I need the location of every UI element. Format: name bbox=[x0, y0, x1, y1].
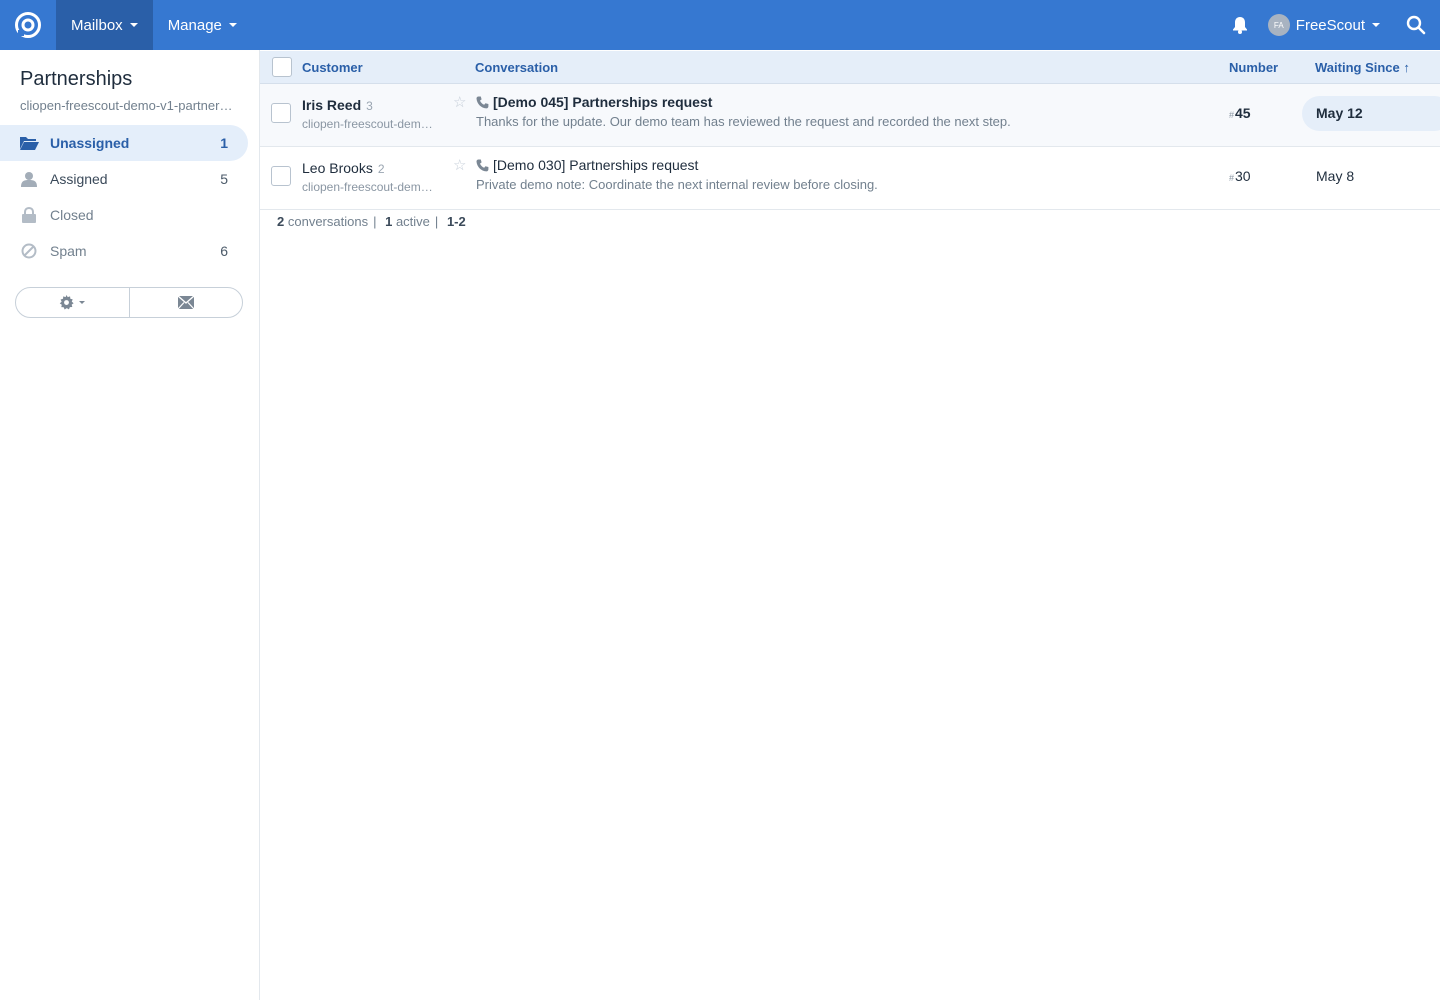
chevron-down-icon bbox=[228, 23, 237, 27]
gear-icon bbox=[60, 295, 74, 310]
phone-icon bbox=[476, 159, 489, 172]
conversation-subject[interactable]: [Demo 045] Partnerships request bbox=[476, 94, 712, 110]
sidebar-item-label: Closed bbox=[50, 207, 94, 223]
search-icon[interactable] bbox=[1392, 0, 1440, 50]
conversation-count: 2 bbox=[277, 214, 285, 229]
folder-open-icon bbox=[19, 134, 39, 152]
column-header-conversation[interactable]: Conversation bbox=[475, 51, 558, 84]
mailbox-email: cliopen-freescout-demo-v1-partnerships@e… bbox=[20, 98, 235, 113]
user-name: FreeScout bbox=[1295, 16, 1365, 34]
waiting-since-date: May 12 bbox=[1316, 105, 1363, 121]
customer-name[interactable]: Iris Reed 3 bbox=[302, 97, 373, 113]
sidebar-item-unassigned[interactable]: Unassigned 1 bbox=[0, 125, 248, 161]
new-conversation-button[interactable] bbox=[128, 288, 243, 317]
conversation-subject[interactable]: [Demo 030] Partnerships request bbox=[476, 157, 698, 173]
nav-mailbox-dropdown[interactable]: Mailbox bbox=[56, 0, 153, 50]
subject-text: [Demo 045] Partnerships request bbox=[493, 94, 713, 110]
column-header-number[interactable]: Number bbox=[1229, 51, 1278, 84]
top-navbar: Mailbox Manage FA FreeScout bbox=[0, 0, 1440, 50]
nav-manage-label: Manage bbox=[167, 16, 222, 34]
notifications-bell-icon[interactable] bbox=[1220, 0, 1260, 50]
nav-mailbox-label: Mailbox bbox=[71, 16, 123, 34]
sidebar-item-label: Assigned bbox=[50, 171, 108, 187]
column-header-customer[interactable]: Customer bbox=[302, 51, 363, 84]
sidebar-item-count: 5 bbox=[220, 171, 228, 187]
sidebar-item-closed[interactable]: Closed bbox=[0, 197, 248, 233]
mailbox-name: Partnerships bbox=[20, 68, 133, 90]
table-row[interactable]: Leo Brooks 2 cliopen-freescout-demo@examp… bbox=[260, 147, 1440, 210]
mailbox-settings-button[interactable] bbox=[16, 288, 129, 317]
sidebar-item-count: 1 bbox=[220, 135, 228, 151]
customer-name-text: Leo Brooks bbox=[302, 160, 373, 176]
sidebar-item-label: Spam bbox=[50, 243, 87, 259]
user-menu-dropdown[interactable]: FA FreeScout bbox=[1260, 0, 1392, 50]
star-icon[interactable]: ☆ bbox=[453, 156, 466, 174]
page-range: 1-2 bbox=[446, 214, 466, 229]
mailbox-actions-group bbox=[15, 287, 243, 318]
customer-name-text: Iris Reed bbox=[302, 97, 362, 113]
customer-email: cliopen-freescout-demo@example.com bbox=[302, 180, 437, 194]
nav-manage-dropdown[interactable]: Manage bbox=[153, 0, 252, 50]
active-count: 1 bbox=[385, 214, 393, 229]
table-summary: 2 conversations | 1 active | 1-2 bbox=[277, 214, 466, 229]
column-header-waiting-since[interactable]: Waiting Since ↑ bbox=[1315, 51, 1410, 84]
avatar: FA bbox=[1267, 14, 1290, 36]
separator: | bbox=[434, 214, 439, 229]
conversations-table-header: Customer Conversation Number Waiting Sin… bbox=[260, 51, 1440, 84]
select-all-checkbox[interactable] bbox=[272, 57, 292, 77]
active-count-label: active bbox=[395, 214, 430, 229]
conversation-preview: Private demo note: Coordinate the next i… bbox=[476, 177, 878, 192]
chevron-down-icon bbox=[1372, 23, 1380, 27]
conversation-number-value: 45 bbox=[1235, 105, 1251, 121]
sidebar-item-label: Unassigned bbox=[50, 135, 130, 151]
thread-count: 2 bbox=[377, 162, 385, 176]
row-checkbox[interactable] bbox=[271, 166, 291, 186]
lock-icon bbox=[19, 206, 39, 224]
conversation-number: #45 bbox=[1229, 105, 1251, 121]
conversation-number-value: 30 bbox=[1235, 168, 1251, 184]
table-row[interactable]: Iris Reed 3 cliopen-freescout-demo@exampl… bbox=[260, 84, 1440, 147]
chevron-down-icon bbox=[79, 301, 86, 304]
user-icon bbox=[19, 170, 39, 188]
sidebar-item-assigned[interactable]: Assigned 5 bbox=[0, 161, 248, 197]
customer-email: cliopen-freescout-demo@example.com bbox=[302, 117, 437, 131]
envelope-icon bbox=[177, 296, 194, 309]
chevron-down-icon bbox=[129, 23, 138, 27]
conversation-count-label: conversations bbox=[287, 214, 369, 229]
star-icon[interactable]: ☆ bbox=[453, 93, 466, 111]
row-checkbox[interactable] bbox=[271, 103, 291, 123]
phone-icon bbox=[476, 96, 489, 109]
waiting-since-date: May 8 bbox=[1316, 168, 1355, 184]
subject-text: [Demo 030] Partnerships request bbox=[493, 157, 699, 173]
thread-count: 3 bbox=[366, 99, 373, 113]
freescout-logo-icon[interactable] bbox=[0, 0, 56, 50]
conversation-number: #30 bbox=[1229, 168, 1251, 184]
ban-icon bbox=[19, 242, 39, 260]
conversation-preview: Thanks for the update. Our demo team has… bbox=[476, 114, 1011, 129]
sidebar-item-spam[interactable]: Spam 6 bbox=[0, 233, 248, 269]
sidebar-item-count: 6 bbox=[220, 243, 228, 259]
separator: | bbox=[373, 214, 377, 229]
hash-symbol: # bbox=[1229, 110, 1235, 120]
hash-symbol: # bbox=[1229, 173, 1235, 183]
customer-name[interactable]: Leo Brooks 2 bbox=[302, 160, 385, 176]
